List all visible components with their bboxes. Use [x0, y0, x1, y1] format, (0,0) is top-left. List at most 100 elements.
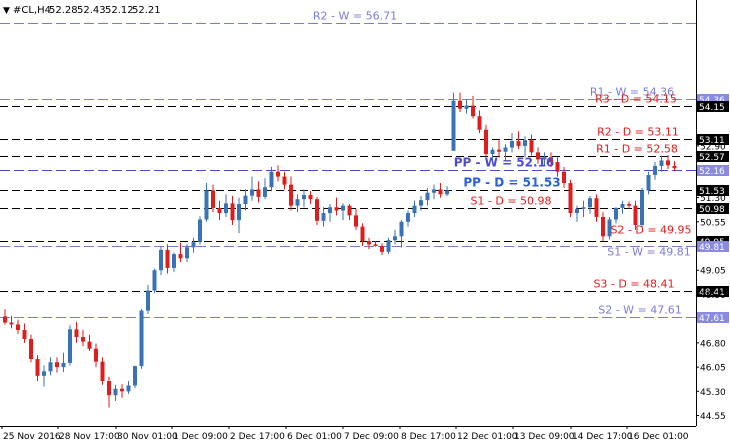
price-marker-label: 52.16: [699, 167, 725, 177]
pivot-label: S2 - W = 47.61: [598, 304, 682, 317]
time-tick-label: 13 Dec 09:00: [514, 432, 575, 442]
candle-body: [282, 176, 287, 185]
header-open: 52.28: [49, 5, 78, 16]
price-marker-label: 52.57: [699, 153, 725, 163]
candle-body: [594, 198, 599, 217]
candle-body: [406, 213, 410, 222]
candle-body: [529, 140, 534, 153]
candle-body: [198, 219, 202, 243]
pivot-label: R2 - W = 56.71: [313, 10, 397, 23]
candle-body: [211, 190, 215, 208]
candle-body: [289, 184, 293, 206]
candle-body: [510, 141, 514, 148]
candle-body: [3, 316, 7, 323]
pivot-label: PP - W = 52.16: [454, 156, 555, 170]
candle-body: [55, 362, 59, 368]
symbol-header: ▼ #CL,H4 52.28 52.43 52.12 52.21: [3, 5, 161, 16]
candle-body: [425, 192, 430, 201]
candle-body: [386, 240, 391, 252]
candle-body: [568, 183, 573, 214]
candle-body: [243, 195, 248, 205]
candle-body: [315, 199, 319, 221]
candle-body: [29, 339, 33, 360]
candle-body: [9, 322, 14, 325]
price-marker-label: 50.98: [699, 205, 725, 215]
price-tick-label: 50.55: [700, 218, 726, 228]
candle-body: [237, 204, 241, 221]
time-tick-label: 28 Nov 17:00: [59, 432, 120, 442]
candle-body: [477, 116, 482, 130]
candle-body: [464, 105, 469, 109]
candle-body: [399, 221, 404, 237]
candle-body: [588, 198, 592, 208]
candle-body: [633, 205, 638, 226]
price-tick-label: 46.05: [700, 364, 726, 374]
candle-body: [575, 208, 579, 214]
candle-body: [224, 203, 228, 214]
candle-body: [308, 194, 313, 200]
candle-body: [497, 149, 501, 152]
candle-body: [432, 189, 436, 193]
candle-body: [100, 361, 105, 381]
candle-body: [373, 244, 378, 247]
time-tick-label: 7 Dec 09:00: [344, 432, 399, 442]
candle-body: [263, 187, 267, 197]
candle-body: [35, 359, 40, 376]
candle-body: [438, 189, 443, 195]
candle-body: [367, 241, 371, 245]
candle-body: [458, 100, 462, 109]
time-tick-label: 14 Dec 17:00: [572, 432, 633, 442]
candle-body: [68, 329, 72, 363]
candle-body: [360, 226, 365, 242]
candle-body: [614, 207, 618, 220]
time-tick-label: 1 Dec 09:00: [173, 432, 228, 442]
candle-body: [646, 174, 651, 191]
candle-body: [22, 329, 27, 340]
candle-body: [159, 249, 163, 271]
candle-body: [204, 190, 209, 220]
pivot-label: S3 - D = 48.41: [593, 278, 674, 291]
header-close: 52.21: [132, 5, 161, 16]
time-tick-label: 12 Dec 01:00: [457, 432, 518, 442]
pivot-label: R3 - D = 54.15: [595, 93, 677, 106]
candle-body: [295, 199, 300, 206]
candle-body: [250, 189, 254, 196]
candle-body: [81, 337, 85, 342]
price-tick-label: 48.30: [700, 291, 726, 301]
time-tick-label: 16 Dec 01:00: [628, 432, 689, 442]
candle-body: [445, 190, 449, 195]
candle-body: [113, 388, 118, 396]
candle-body: [16, 324, 20, 330]
candle-body: [191, 242, 196, 248]
price-marker-label: 49.81: [699, 243, 725, 253]
header-low: 52.12: [105, 5, 134, 16]
pivot-label: R1 - D = 52.58: [596, 143, 678, 156]
price-marker-label: 54.15: [699, 103, 725, 113]
candle-body: [627, 204, 631, 206]
candlestick-chart: R2 - W = 56.71R1 - W = 54.36R3 - D = 54.…: [0, 0, 730, 444]
candle-body: [107, 380, 111, 396]
candle-body: [120, 388, 124, 392]
candle-body: [126, 385, 131, 392]
candle-body: [178, 254, 183, 259]
candle-body: [146, 290, 150, 311]
candle-body: [412, 205, 417, 214]
price-tick-label: 52.90: [700, 142, 726, 152]
pivot-label: S1 - W = 49.81: [607, 246, 691, 259]
candle-body: [601, 216, 605, 237]
candle-body: [490, 149, 495, 154]
candle-body: [328, 207, 332, 214]
candle-body: [302, 194, 306, 200]
price-tick-label: 44.55: [700, 412, 726, 422]
pivot-label: S1 - D = 50.98: [470, 195, 551, 208]
pivot-label: S2 - D = 49.95: [610, 224, 691, 237]
candle-body: [256, 189, 261, 197]
pivot-label: PP - D = 51.53: [463, 176, 560, 190]
symbol-dropdown-icon[interactable]: ▼: [3, 6, 10, 16]
candle-body: [393, 236, 397, 241]
candle-body: [230, 203, 235, 221]
candle-body: [74, 329, 79, 338]
candle-body: [620, 204, 625, 208]
candle-body: [347, 205, 352, 216]
candle-body: [94, 348, 98, 362]
